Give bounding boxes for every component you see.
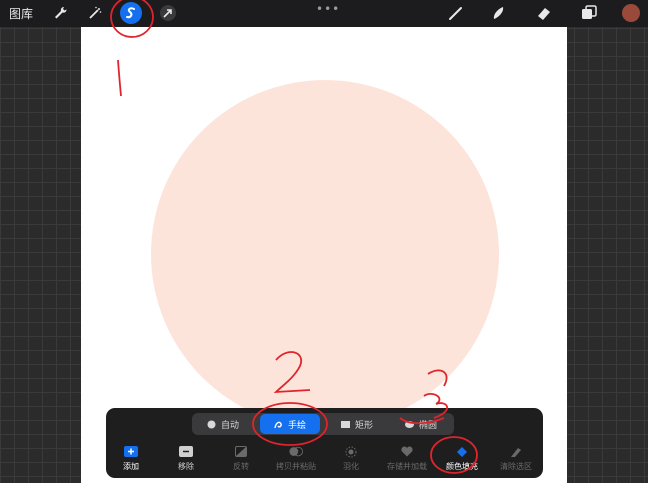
mode-auto[interactable]: 自动 — [194, 414, 252, 434]
wrench-icon[interactable] — [50, 3, 70, 23]
feather-icon — [344, 446, 358, 457]
transform-arrow-icon[interactable] — [158, 3, 178, 23]
tool-label: 清除选区 — [500, 462, 532, 471]
color-fill-button[interactable]: 颜色填充 — [432, 446, 492, 476]
mode-label: 自动 — [220, 420, 239, 431]
tool-label: 颜色填充 — [446, 462, 478, 471]
clear-selection-button[interactable]: 清除选区 — [486, 446, 546, 476]
remove-icon — [179, 446, 193, 457]
mode-ellipse[interactable]: 椭圆 — [392, 414, 450, 434]
copy-paste-button[interactable]: 拷贝并粘贴 — [266, 446, 326, 476]
mode-label: 手绘 — [287, 420, 306, 431]
layers-icon[interactable] — [579, 3, 599, 23]
rectangle-icon — [340, 420, 350, 429]
freehand-icon — [274, 420, 283, 429]
mode-label: 椭圆 — [418, 420, 437, 431]
save-load-button[interactable]: 存储并加载 — [377, 446, 437, 476]
selection-mode-bar: 自动 手绘 矩形 椭圆 — [192, 413, 454, 435]
tool-label: 羽化 — [343, 462, 359, 471]
feather-button[interactable]: 羽化 — [321, 446, 381, 476]
tool-label: 反转 — [233, 462, 249, 471]
tool-label: 存储并加载 — [387, 462, 427, 471]
auto-icon — [207, 420, 216, 429]
color-fill-icon — [455, 446, 469, 457]
mode-label: 矩形 — [354, 420, 373, 431]
invert-icon — [234, 446, 248, 457]
save-load-icon — [400, 446, 414, 457]
eraser-icon[interactable] — [534, 3, 554, 23]
copy-paste-icon — [289, 446, 303, 457]
mode-freehand[interactable]: 手绘 — [260, 414, 320, 434]
magic-wand-icon[interactable] — [85, 3, 105, 23]
peach-circle-shape — [151, 80, 499, 428]
selection-tool-icon[interactable] — [120, 2, 142, 24]
clear-selection-icon — [509, 446, 523, 457]
selection-panel: 自动 手绘 矩形 椭圆 添加 移除 反转 拷贝并粘贴 羽化 存储并加载 颜色填充… — [106, 408, 543, 478]
smudge-icon[interactable] — [488, 3, 508, 23]
gallery-button[interactable]: 图库 — [9, 5, 33, 22]
top-toolbar: 图库 ••• — [0, 0, 648, 27]
mode-rectangle[interactable]: 矩形 — [328, 414, 386, 434]
tool-label: 拷贝并粘贴 — [276, 462, 316, 471]
add-icon — [124, 446, 138, 457]
brush-icon[interactable] — [446, 3, 466, 23]
more-options-button[interactable]: ••• — [316, 2, 340, 16]
ellipse-icon — [404, 420, 414, 429]
color-swatch[interactable] — [622, 4, 640, 22]
add-button[interactable]: 添加 — [101, 446, 161, 476]
invert-button[interactable]: 反转 — [211, 446, 271, 476]
tool-label: 移除 — [178, 462, 194, 471]
tool-label: 添加 — [123, 462, 139, 471]
remove-button[interactable]: 移除 — [156, 446, 216, 476]
